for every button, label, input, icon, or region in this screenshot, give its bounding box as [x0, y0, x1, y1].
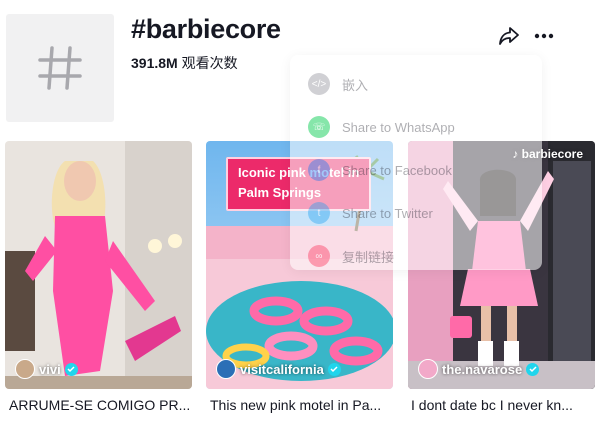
- twitter-icon: t: [308, 202, 330, 224]
- video-card-1[interactable]: vivi: [5, 141, 192, 389]
- view-count-label: 观看次数: [181, 55, 238, 71]
- menu-label: Share to Twitter: [342, 205, 433, 221]
- verified-icon: [64, 362, 78, 376]
- hashtag-icon: [38, 46, 82, 90]
- view-count-number: 391.8M: [131, 55, 178, 71]
- menu-label: Share to WhatsApp: [342, 119, 455, 135]
- verified-icon: [526, 362, 540, 376]
- video-author-2[interactable]: visitcalifornia: [216, 359, 341, 379]
- share-button[interactable]: [494, 22, 524, 50]
- view-count: 391.8M 观看次数: [131, 53, 238, 73]
- avatar: [216, 359, 236, 379]
- page-title: #barbiecore: [131, 14, 281, 44]
- share-menu: </> 嵌入 ☏ Share to WhatsApp f Share to Fa…: [290, 55, 542, 270]
- share-embed[interactable]: </> 嵌入: [308, 71, 368, 97]
- video-author-1[interactable]: vivi: [15, 359, 78, 379]
- video-caption-3[interactable]: I dont date bc I never kn...: [411, 397, 598, 413]
- verified-icon: [327, 362, 341, 376]
- menu-label: Share to Facebook: [342, 162, 452, 178]
- facebook-icon: f: [308, 159, 330, 181]
- video-thumbnail-1: [5, 141, 192, 389]
- more-options-button[interactable]: [529, 22, 559, 50]
- video-caption-2[interactable]: This new pink motel in Pa...: [210, 397, 397, 413]
- avatar: [15, 359, 35, 379]
- embed-icon: </>: [308, 73, 330, 95]
- avatar: [418, 359, 438, 379]
- author-name: vivi: [39, 361, 61, 377]
- author-name: the.navarose: [442, 361, 523, 377]
- share-copy-link[interactable]: ∞ 复制链接: [308, 243, 394, 269]
- link-icon: ∞: [308, 245, 330, 267]
- menu-label: 嵌入: [342, 77, 369, 93]
- menu-label: 复制链接: [342, 249, 395, 265]
- share-whatsapp[interactable]: ☏ Share to WhatsApp: [308, 114, 455, 140]
- share-arrow-icon: [499, 27, 519, 45]
- share-facebook[interactable]: f Share to Facebook: [308, 157, 452, 183]
- whatsapp-icon: ☏: [308, 116, 330, 138]
- video-author-3[interactable]: the.navarose: [418, 359, 540, 379]
- video-caption-1[interactable]: ARRUME-SE COMIGO PR...: [9, 397, 196, 413]
- hashtag-avatar: [6, 14, 114, 122]
- author-name: visitcalifornia: [240, 361, 324, 377]
- more-horizontal-icon: [534, 33, 554, 39]
- share-twitter[interactable]: t Share to Twitter: [308, 200, 433, 226]
